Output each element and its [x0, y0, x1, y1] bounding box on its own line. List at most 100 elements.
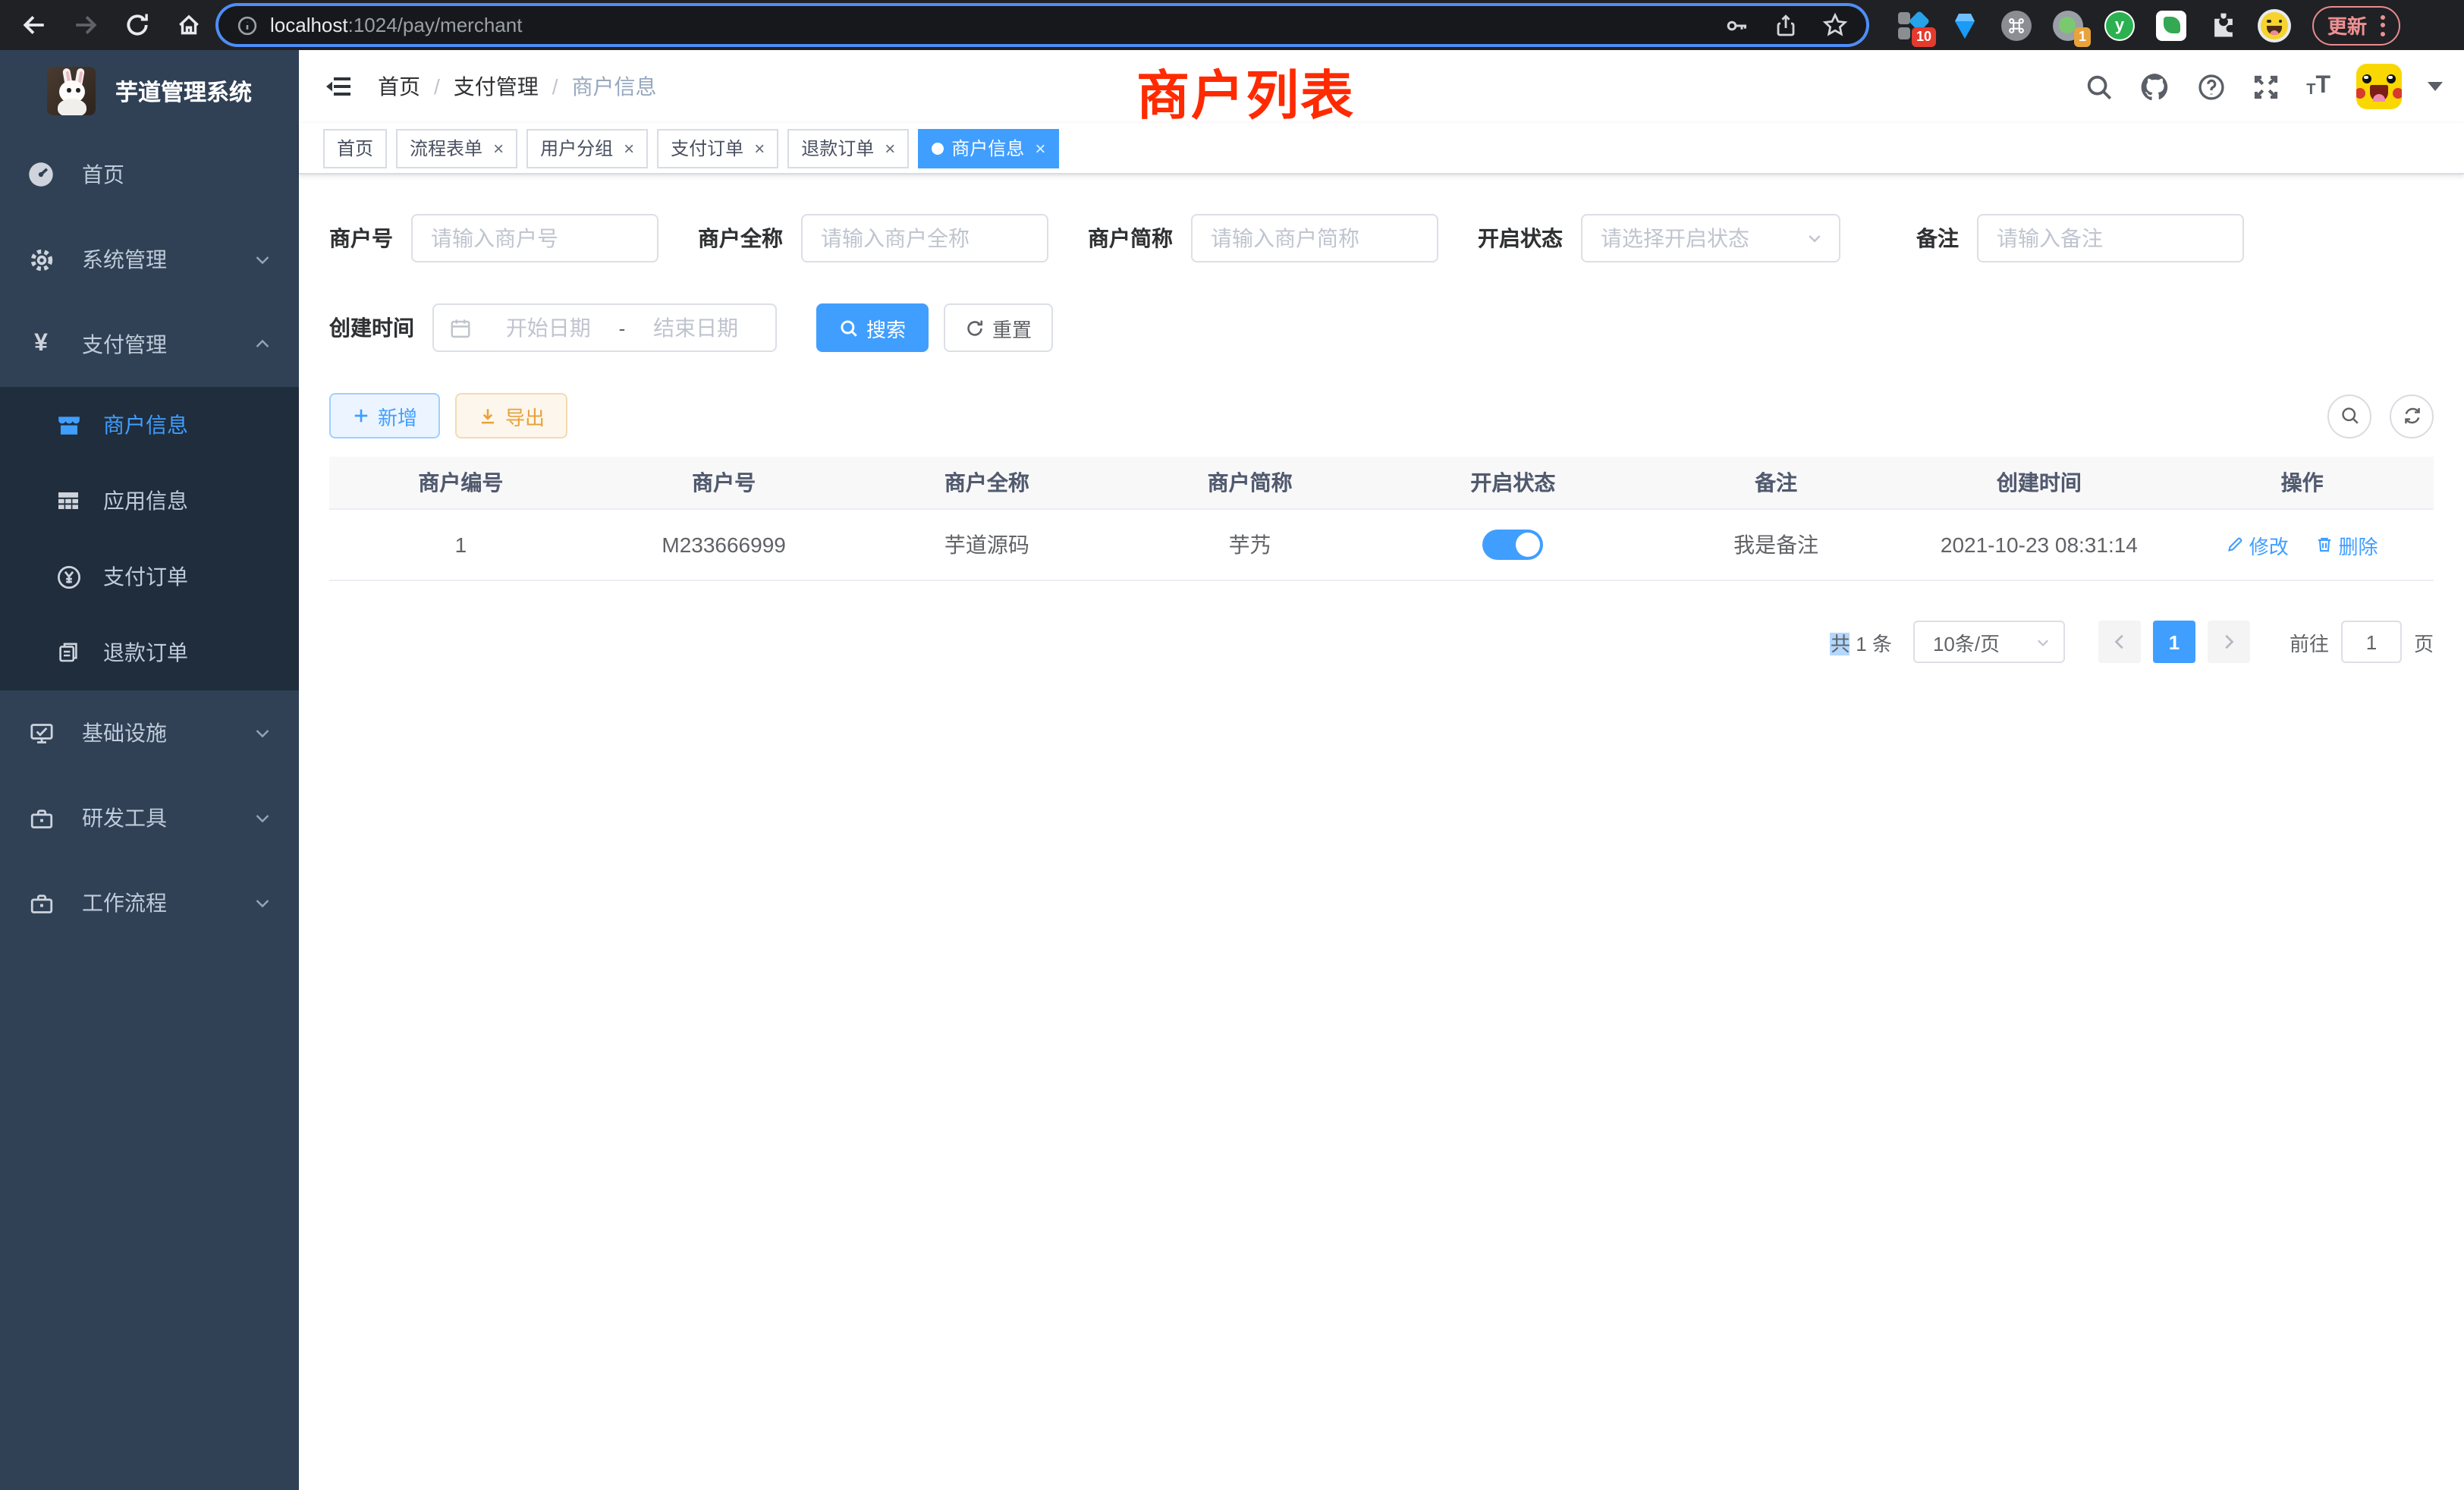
- search-icon[interactable]: [2085, 72, 2114, 101]
- avatar-caret-icon[interactable]: [2428, 82, 2443, 91]
- sidebar-toggle-icon[interactable]: [323, 71, 354, 102]
- page-size-select[interactable]: 10条/页: [1913, 621, 2065, 663]
- sidebar-item-merchant-info[interactable]: 商户信息: [0, 387, 299, 463]
- page-unit-label: 页: [2414, 627, 2434, 656]
- breadcrumb-current: 商户信息: [572, 71, 657, 102]
- tab-home[interactable]: 首页: [323, 128, 387, 168]
- sidebar-item-system[interactable]: 系统管理: [0, 217, 299, 302]
- merchant-short-input[interactable]: [1191, 214, 1438, 262]
- next-page-button[interactable]: [2208, 621, 2250, 663]
- cell-remark: 我是备注: [1645, 509, 1908, 580]
- store-icon: [55, 412, 82, 438]
- close-icon[interactable]: ×: [885, 139, 895, 157]
- refresh-button[interactable]: [2390, 394, 2434, 438]
- extension-gem-icon[interactable]: [1948, 8, 1982, 42]
- goto-page-input[interactable]: [2341, 621, 2402, 663]
- filter-row-1: 商户号 商户全称 商户简称 开启状态 请选择开启状态: [329, 214, 2434, 262]
- search-button[interactable]: 搜索: [816, 303, 929, 352]
- close-icon[interactable]: ×: [624, 139, 634, 157]
- chevron-down-icon: [253, 894, 272, 912]
- sidebar-item-app-info[interactable]: 应用信息: [0, 463, 299, 539]
- main-area: 商户列表 首页 / 支付管理 / 商户信息: [299, 50, 2464, 1490]
- extension-y-icon[interactable]: y: [2103, 8, 2136, 42]
- profile-avatar-icon[interactable]: [2258, 8, 2291, 42]
- tab-pay-order[interactable]: 支付订单 ×: [657, 128, 778, 168]
- fullscreen-icon[interactable]: [2252, 72, 2280, 101]
- add-button[interactable]: 新增: [329, 393, 440, 439]
- site-info-icon[interactable]: [237, 14, 258, 36]
- breadcrumb-home[interactable]: 首页: [378, 71, 420, 102]
- extensions-puzzle-icon[interactable]: [2206, 8, 2239, 42]
- chevron-up-icon: [253, 335, 272, 354]
- bookmark-star-icon[interactable]: [1822, 12, 1848, 38]
- merchant-name-input[interactable]: [801, 214, 1048, 262]
- back-icon[interactable]: [18, 10, 49, 40]
- search-icon: [2339, 405, 2360, 426]
- export-button[interactable]: 导出: [455, 393, 567, 439]
- tab-refund-order[interactable]: 退款订单 ×: [787, 128, 909, 168]
- avatar[interactable]: [2356, 64, 2402, 109]
- reset-button[interactable]: 重置: [944, 303, 1053, 352]
- address-bar[interactable]: localhost:1024/pay/merchant: [218, 6, 1866, 44]
- password-key-icon[interactable]: [1725, 13, 1749, 37]
- reload-icon[interactable]: [121, 10, 152, 40]
- tab-process-form[interactable]: 流程表单 ×: [396, 128, 517, 168]
- github-icon[interactable]: [2139, 71, 2171, 102]
- sidebar-logo[interactable]: 芋道管理系统: [0, 50, 299, 132]
- delete-link[interactable]: 删除: [2316, 530, 2378, 559]
- remark-input[interactable]: [1977, 214, 2244, 262]
- extension-grey-circle-icon[interactable]: 1: [2051, 8, 2085, 42]
- sidebar-item-refund-order[interactable]: 退款订单: [0, 615, 299, 690]
- merchant-table: 商户编号 商户号 商户全称 商户简称 开启状态 备注 创建时间 操作 1: [329, 457, 2434, 581]
- prev-page-button[interactable]: [2098, 621, 2141, 663]
- status-select[interactable]: 请选择开启状态: [1581, 214, 1840, 262]
- sidebar-item-pay-order[interactable]: 支付订单: [0, 539, 299, 615]
- active-dot: [932, 142, 944, 154]
- home-icon[interactable]: [173, 10, 203, 40]
- tab-user-group[interactable]: 用户分组 ×: [526, 128, 648, 168]
- browser-menu-icon[interactable]: [2381, 14, 2385, 36]
- goto-label: 前往: [2290, 627, 2329, 656]
- page-1-button[interactable]: 1: [2153, 621, 2195, 663]
- breadcrumb-separator: /: [552, 74, 558, 99]
- breadcrumb-payment[interactable]: 支付管理: [454, 71, 539, 102]
- forward-icon[interactable]: [70, 10, 100, 40]
- help-icon[interactable]: [2197, 72, 2226, 101]
- extension-command-icon[interactable]: [2000, 8, 2033, 42]
- status-toggle[interactable]: [1482, 530, 1543, 560]
- share-icon[interactable]: [1774, 13, 1798, 37]
- edit-link[interactable]: 修改: [2227, 530, 2289, 559]
- breadcrumb: 首页 / 支付管理 / 商户信息: [378, 71, 657, 102]
- end-date-placeholder[interactable]: 结束日期: [628, 313, 763, 343]
- font-size-icon[interactable]: TT: [2306, 74, 2330, 99]
- merchant-no-input[interactable]: [411, 214, 658, 262]
- select-caret-icon: [1806, 229, 1824, 247]
- select-caret-icon: [2035, 633, 2051, 650]
- col-merchant-id: 商户编号: [329, 457, 592, 509]
- url-path: :1024/pay/merchant: [348, 14, 523, 36]
- sidebar-item-workflow[interactable]: 工作流程: [0, 860, 299, 945]
- close-icon[interactable]: ×: [493, 139, 504, 157]
- cell-merchant-no: M233666999: [592, 509, 856, 580]
- sidebar-item-infrastructure[interactable]: 基础设施: [0, 690, 299, 775]
- download-icon: [478, 406, 498, 426]
- navbar-actions: TT: [2085, 64, 2443, 109]
- page: localhost:1024/pay/merchant 10: [0, 0, 2464, 1490]
- close-icon[interactable]: ×: [754, 139, 765, 157]
- browser-update-button[interactable]: 更新: [2312, 5, 2400, 45]
- tab-merchant-info[interactable]: 商户信息 ×: [918, 128, 1059, 168]
- extension-diamond-icon[interactable]: 10: [1897, 8, 1930, 42]
- date-range-picker[interactable]: 开始日期 - 结束日期: [432, 303, 777, 352]
- date-separator: -: [616, 316, 629, 339]
- filter-create-time: 创建时间 开始日期 - 结束日期: [329, 303, 777, 352]
- extension-green-square-icon[interactable]: [2154, 8, 2188, 42]
- col-actions: 操作: [2170, 457, 2434, 509]
- sidebar-item-dev-tools[interactable]: 研发工具: [0, 775, 299, 860]
- sidebar-item-payment[interactable]: ¥ 支付管理: [0, 302, 299, 387]
- start-date-placeholder[interactable]: 开始日期: [481, 313, 616, 343]
- sidebar-item-home[interactable]: 首页: [0, 132, 299, 217]
- close-icon[interactable]: ×: [1035, 139, 1045, 157]
- hide-search-button[interactable]: [2327, 394, 2371, 438]
- browser-toolbar: localhost:1024/pay/merchant 10: [0, 0, 2464, 50]
- filter-merchant-short: 商户简称: [1088, 214, 1438, 262]
